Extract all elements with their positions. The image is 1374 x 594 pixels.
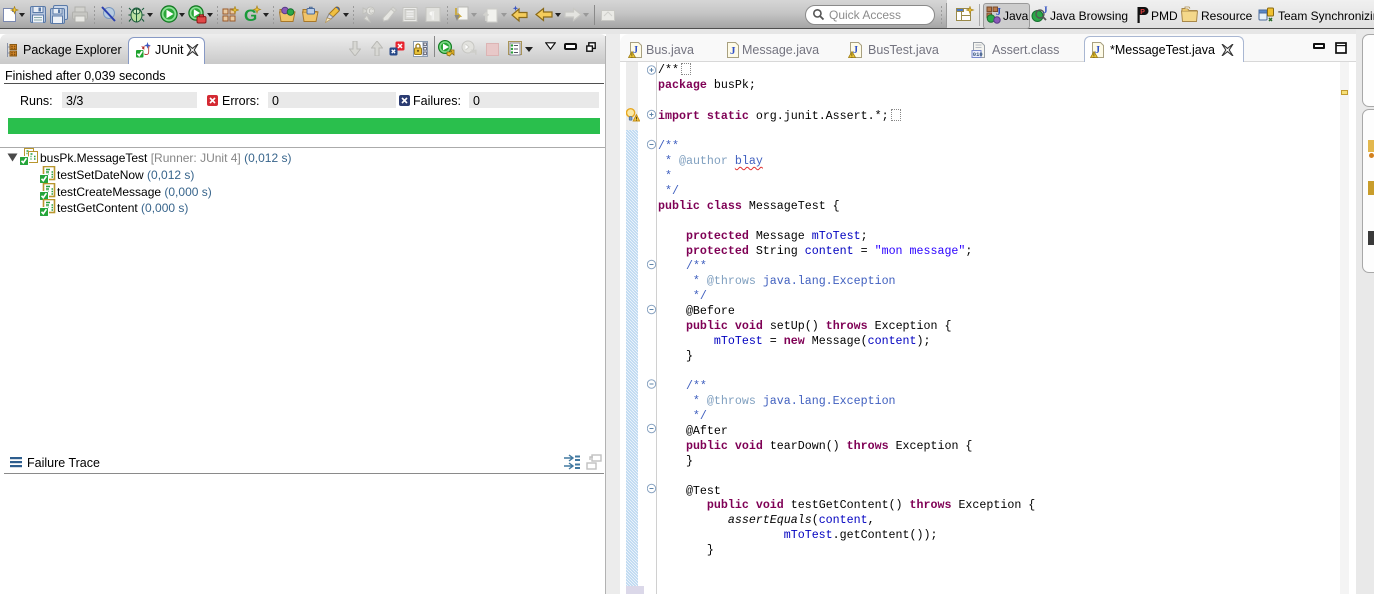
svg-text:C: C [369,9,374,16]
svg-text:J: J [996,7,1001,18]
svg-text:J: J [1043,6,1048,15]
svg-text:P: P [1140,9,1145,16]
svg-text:010: 010 [973,51,983,58]
svg-text:¶: ¶ [429,10,435,22]
svg-text:!: ! [631,53,633,58]
svg-text:!: ! [851,53,853,58]
svg-text:J: J [730,45,736,57]
svg-text:!: ! [1093,53,1095,58]
